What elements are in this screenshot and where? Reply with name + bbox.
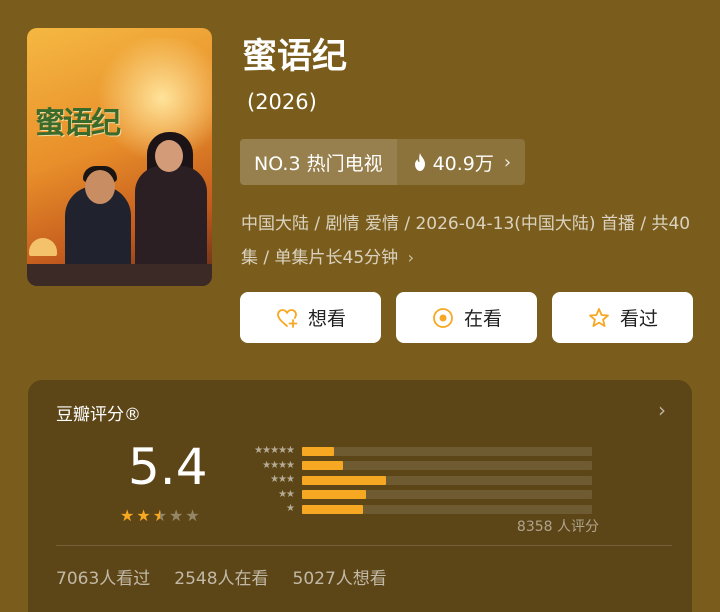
distribution-bar: [302, 490, 366, 500]
show-title: 蜜语纪: [242, 37, 348, 77]
distribution-track: [302, 504, 592, 514]
star-filled-icon: ★: [120, 506, 135, 525]
watching-button-label: 在看: [463, 308, 502, 330]
chevron-right-icon: ›: [407, 248, 414, 267]
distribution-track: [302, 475, 592, 485]
distribution-track: [302, 461, 592, 471]
poster-figure: [85, 170, 115, 204]
distribution-bar: [302, 461, 343, 471]
star-filled-icon: ★: [136, 506, 151, 525]
distribution-bar: [302, 446, 334, 456]
distribution-track: [302, 490, 592, 500]
star-empty-icon: ★: [169, 506, 184, 525]
rating-score: 5.4: [128, 438, 208, 496]
want-count[interactable]: 5027人想看: [293, 564, 387, 589]
distribution-stars-icon: ★★★: [270, 474, 295, 486]
star-icon: [589, 307, 609, 327]
heat-value: 40.9万: [432, 152, 494, 175]
star-half-icon: ★: [152, 506, 168, 525]
watched-button[interactable]: 看过: [552, 292, 693, 343]
poster-figure: [155, 140, 183, 172]
distribution-row: ★★★★★: [236, 444, 592, 459]
rating-distribution: ★★★★★ ★★★★ ★★★ ★★ ★: [236, 444, 592, 517]
rating-count: 8358 人评分: [516, 519, 599, 535]
distribution-row: ★★: [236, 488, 592, 503]
watched-button-label: 看过: [619, 308, 658, 330]
distribution-row: ★★★★: [236, 459, 592, 474]
rank-label: NO.3 热门电视: [240, 139, 397, 185]
show-meta[interactable]: 中国大陆 / 剧情 爱情 / 2026-04-13(中国大陆) 首播 / 共40…: [241, 208, 691, 275]
distribution-stars-icon: ★★★★: [262, 459, 295, 471]
flame-icon: [414, 153, 425, 171]
want-button[interactable]: 想看: [240, 292, 381, 343]
poster[interactable]: 蜜语纪: [27, 28, 212, 286]
watching-count[interactable]: 2548人在看: [174, 564, 268, 589]
poster-lamp: [29, 238, 57, 256]
distribution-row: ★: [236, 502, 592, 517]
chevron-right-icon: ›: [503, 151, 512, 173]
audience-stats: 7063人看过 2548人在看 5027人想看: [56, 564, 387, 589]
distribution-row: ★★★: [236, 473, 592, 488]
meta-text: 中国大陆 / 剧情 爱情 / 2026-04-13(中国大陆) 首播 / 共40…: [241, 214, 691, 268]
target-icon: [433, 307, 453, 328]
watching-button[interactable]: 在看: [396, 292, 537, 343]
distribution-stars-icon: ★: [286, 503, 295, 515]
action-buttons: 想看 在看 看过: [240, 292, 693, 343]
poster-title-art: 蜜语纪: [35, 106, 121, 141]
watched-count[interactable]: 7063人看过: [56, 564, 150, 589]
star-empty-icon: ★: [185, 506, 200, 525]
distribution-stars-icon: ★★★★★: [254, 445, 295, 457]
chevron-right-icon[interactable]: ›: [658, 398, 666, 422]
divider: [56, 545, 672, 546]
show-year: (2026): [247, 90, 317, 114]
distribution-bar: [302, 504, 363, 514]
poster-desk: [27, 264, 212, 286]
want-button-label: 想看: [307, 308, 346, 330]
distribution-stars-icon: ★★: [278, 488, 295, 500]
rating-header: 豆瓣评分®: [56, 405, 141, 425]
distribution-bar: [302, 475, 386, 485]
distribution-track: [302, 446, 592, 456]
heart-plus-icon: [277, 308, 298, 328]
rating-card[interactable]: 豆瓣评分® › 5.4 ★ ★ ★ ★ ★ ★★★★★ ★★★★ ★★★ ★★ ★ 8358 人…: [28, 380, 692, 612]
rating-stars: ★ ★ ★ ★ ★: [120, 506, 200, 525]
rank-badge[interactable]: NO.3 热门电视 40.9万 ›: [240, 139, 526, 185]
heat-indicator[interactable]: 40.9万 ›: [396, 139, 526, 185]
